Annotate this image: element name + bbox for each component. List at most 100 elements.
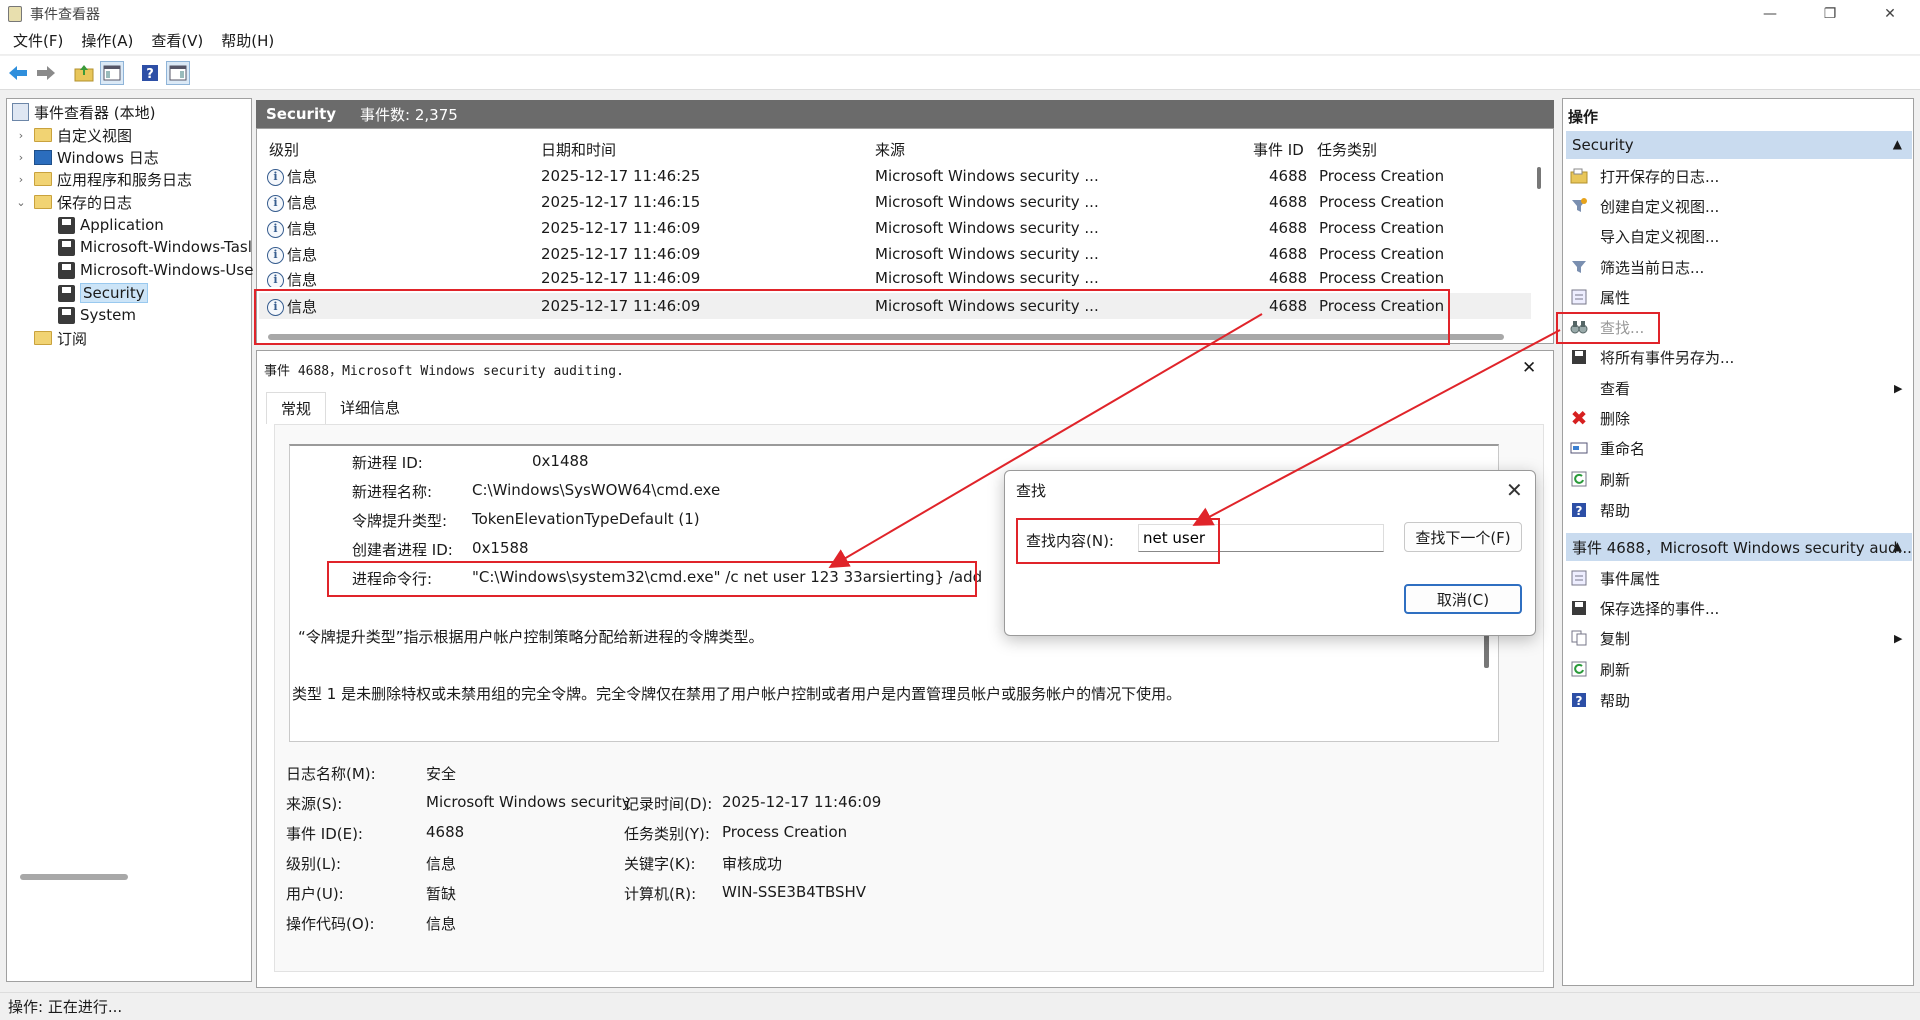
tree-item-custom-views[interactable]: › 自定义视图 — [14, 124, 132, 146]
action-event-properties[interactable]: 事件属性 — [1570, 565, 1660, 591]
column-header-datetime[interactable]: 日期和时间 — [541, 139, 616, 160]
tree-item-system[interactable]: System — [58, 304, 136, 326]
action-pane-icon — [169, 65, 187, 80]
show-actions-button[interactable] — [166, 60, 190, 85]
action-properties[interactable]: 属性 — [1570, 284, 1630, 310]
tree-item-label: Microsoft-Windows-Use — [80, 261, 254, 279]
action-label: 保存选择的事件... — [1600, 599, 1720, 618]
menu-file[interactable]: 文件(F) — [4, 28, 72, 55]
saved-log-icon — [58, 238, 75, 256]
table-row[interactable]: i 信息 2025-12-17 11:46:25 Microsoft Window… — [259, 163, 1531, 189]
column-header-level[interactable]: 级别 — [269, 139, 299, 160]
back-button[interactable] — [6, 61, 30, 85]
action-save-all-events[interactable]: 将所有事件另存为... — [1570, 344, 1734, 370]
action-filter-current-log[interactable]: 筛选当前日志... — [1570, 254, 1704, 280]
menu-bar: 文件(F) 操作(A) 查看(V) 帮助(H) — [0, 28, 1920, 55]
tree-item-subscriptions[interactable]: 订阅 — [34, 327, 87, 349]
tree-item-security[interactable]: Security — [58, 282, 148, 304]
tree-root[interactable]: 事件查看器 (本地) — [12, 101, 155, 123]
tree-item-application[interactable]: Application — [58, 214, 164, 236]
chevron-right-icon[interactable]: › — [14, 129, 28, 142]
help-toolbar-button[interactable]: ? — [138, 61, 162, 85]
table-row[interactable]: i 信息 2025-12-17 11:46:09 Microsoft Window… — [259, 241, 1531, 267]
action-open-saved-log[interactable]: 打开保存的日志... — [1570, 163, 1719, 189]
cell-event-id: 4688 — [1269, 167, 1308, 185]
menu-help[interactable]: 帮助(H) — [212, 28, 283, 55]
tree-horizontal-scrollbar[interactable] — [20, 874, 128, 880]
refresh-icon — [1570, 660, 1588, 678]
saved-log-icon — [58, 261, 75, 279]
action-help-event[interactable]: ? 帮助 — [1570, 687, 1630, 713]
find-dialog-close-button[interactable]: ✕ — [1506, 478, 1523, 502]
table-row[interactable]: i 信息 2025-12-17 11:46:09 Microsoft Window… — [259, 267, 1531, 287]
cell-level: 信息 — [287, 245, 318, 264]
chevron-right-icon[interactable]: › — [14, 173, 28, 186]
cell-source: Microsoft Windows security ... — [875, 269, 1099, 287]
forward-button[interactable] — [34, 61, 58, 85]
tree-item-app-service-logs[interactable]: › 应用程序和服务日志 — [14, 168, 192, 190]
menu-action[interactable]: 操作(A) — [72, 28, 142, 55]
table-row[interactable]: i 信息 2025-12-17 11:46:15 Microsoft Window… — [259, 189, 1531, 215]
tree-item-label: 自定义视图 — [57, 126, 133, 145]
tree-item-user-log[interactable]: Microsoft-Windows-Use — [58, 259, 253, 281]
menu-view[interactable]: 查看(V) — [142, 28, 212, 55]
collapse-up-icon[interactable]: ▲ — [1893, 539, 1902, 553]
tree-item-label: Windows 日志 — [57, 148, 159, 167]
tree-item-task-scheduler-log[interactable]: Microsoft-Windows-Tasl — [58, 236, 252, 258]
action-copy[interactable]: 复制 ▶ — [1570, 625, 1910, 651]
prop-label: 计算机(R): — [624, 885, 697, 903]
action-save-selected-events[interactable]: 保存选择的事件... — [1570, 595, 1719, 621]
cell-datetime: 2025-12-17 11:46:25 — [541, 167, 701, 185]
refresh-icon — [1570, 470, 1588, 488]
column-header-task[interactable]: 任务类别 — [1317, 139, 1377, 160]
event-list-vertical-scrollbar[interactable] — [1537, 167, 1541, 189]
rename-icon — [1570, 439, 1588, 457]
highlight-selected-event-row — [254, 289, 1450, 345]
action-create-custom-view[interactable]: 创建自定义视图... — [1570, 193, 1719, 219]
tree-item-windows-logs[interactable]: › Windows 日志 — [14, 146, 159, 168]
close-detail-button[interactable]: ✕ — [1522, 358, 1536, 378]
description-vertical-scrollbar[interactable] — [1484, 634, 1489, 668]
table-row[interactable]: i 信息 2025-12-17 11:46:09 Microsoft Window… — [259, 215, 1531, 241]
cell-event-id: 4688 — [1269, 193, 1308, 211]
filter-icon — [1570, 258, 1588, 276]
action-delete[interactable]: ✖ 删除 — [1570, 405, 1630, 431]
chevron-down-icon[interactable]: ⌄ — [14, 196, 28, 209]
close-icon: ✕ — [1522, 358, 1537, 378]
action-help[interactable]: ? 帮助 — [1570, 497, 1630, 523]
actions-section-event[interactable]: 事件 4688，Microsoft Windows security aud..… — [1566, 533, 1912, 561]
action-import-custom-view[interactable]: 导入自定义视图... — [1570, 223, 1719, 249]
submenu-arrow-icon: ▶ — [1894, 381, 1903, 395]
up-folder-button[interactable] — [72, 61, 96, 85]
actions-section-security[interactable]: Security ▲ — [1566, 131, 1912, 159]
close-window-button[interactable]: ✕ — [1860, 0, 1920, 28]
minimize-button[interactable]: — — [1740, 0, 1800, 28]
desc-key: 新进程名称: — [352, 483, 433, 501]
action-rename[interactable]: 重命名 — [1570, 435, 1645, 461]
maximize-button[interactable]: ❐ — [1800, 0, 1860, 28]
action-label: 复制 — [1600, 629, 1631, 648]
section-label: 事件 4688，Microsoft Windows security aud..… — [1572, 538, 1912, 557]
column-header-source[interactable]: 来源 — [875, 139, 905, 160]
desc-key: 令牌提升类型: — [352, 512, 448, 530]
highlight-command-line — [327, 561, 977, 597]
cancel-button[interactable]: 取消(C) — [1404, 584, 1522, 614]
tab-general[interactable]: 常规 — [266, 392, 327, 424]
action-view[interactable]: 查看 ▶ — [1570, 375, 1910, 401]
find-next-button[interactable]: 查找下一个(F) — [1404, 522, 1522, 552]
prop-value: 信息 — [426, 915, 457, 933]
svg-text:?: ? — [1576, 504, 1583, 518]
column-header-event-id[interactable]: 事件 ID — [1253, 139, 1304, 160]
tree-item-label: 订阅 — [57, 329, 88, 348]
chevron-right-icon[interactable]: › — [14, 151, 28, 164]
log-header: Security 事件数: 2,375 — [256, 100, 1554, 128]
saved-log-icon — [58, 306, 75, 324]
collapse-up-icon[interactable]: ▲ — [1893, 137, 1902, 151]
cell-source: Microsoft Windows security ... — [875, 245, 1099, 263]
tab-details[interactable]: 详细信息 — [326, 392, 414, 424]
show-tree-button[interactable] — [100, 60, 124, 85]
prop-value: Microsoft Windows security — [426, 793, 631, 811]
action-refresh[interactable]: 刷新 — [1570, 466, 1630, 492]
action-refresh-event[interactable]: 刷新 — [1570, 656, 1630, 682]
tree-item-saved-logs[interactable]: ⌄ 保存的日志 — [14, 191, 132, 213]
